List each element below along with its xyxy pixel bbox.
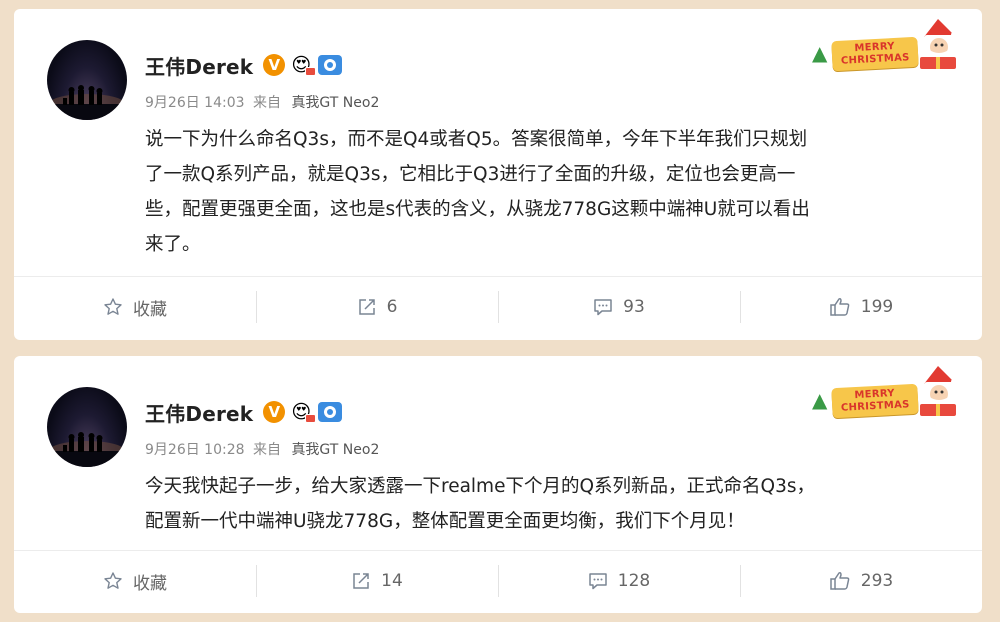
post-date[interactable]: 9月26日 14:03 bbox=[145, 95, 245, 111]
favorite-button[interactable]: 收藏 bbox=[14, 277, 256, 337]
author-avatar[interactable] bbox=[47, 387, 127, 467]
banner-line-2: CHRISTMAS bbox=[840, 399, 910, 414]
author-row: 王伟Derek V 😍 bbox=[145, 398, 343, 427]
post-source[interactable]: 真我GT Neo2 bbox=[291, 95, 379, 111]
comment-button[interactable]: 93 bbox=[498, 277, 740, 337]
post-text: 今天我快起子一步，给大家透露一下realme下个月的Q系列新品，正式命名Q3s，… bbox=[145, 469, 965, 539]
thumbs-up-icon bbox=[830, 298, 850, 316]
favorite-label: 收藏 bbox=[133, 573, 167, 594]
repost-button[interactable]: 14 bbox=[256, 551, 498, 611]
post-text-line: 些，配置更强更全面，这也是s代表的含义，从骁龙778G这颗中端神U就可以看出 bbox=[145, 199, 810, 220]
repost-count: 6 bbox=[386, 297, 398, 317]
author-name[interactable]: 王伟Derek bbox=[145, 398, 253, 427]
merry-christmas-decoration: ▲ MERRY CHRISTMAS bbox=[804, 17, 964, 73]
favorite-button[interactable]: 收藏 bbox=[14, 551, 256, 611]
favorite-label: 收藏 bbox=[133, 299, 167, 320]
post-text-line: 来了。 bbox=[145, 234, 201, 255]
repost-count: 14 bbox=[381, 571, 403, 591]
verified-badge-icon[interactable]: V bbox=[263, 401, 286, 423]
post-date[interactable]: 9月26日 10:28 bbox=[145, 442, 245, 458]
author-name[interactable]: 王伟Derek bbox=[145, 51, 253, 80]
from-label: 来自 bbox=[252, 442, 281, 458]
post-text-line: 了一款Q系列产品，就是Q3s，它相比于Q3进行了全面的升级，定位也会更高一 bbox=[145, 164, 796, 185]
fan-badge-icon[interactable]: 😍 bbox=[289, 54, 317, 76]
christmas-banner: MERRY CHRISTMAS bbox=[831, 383, 919, 419]
author-avatar[interactable] bbox=[47, 40, 127, 120]
from-label: 来自 bbox=[252, 95, 281, 111]
christmas-banner: MERRY CHRISTMAS bbox=[831, 36, 919, 72]
repost-icon bbox=[353, 573, 369, 589]
camera-badge-icon[interactable] bbox=[318, 55, 343, 75]
comment-count: 128 bbox=[617, 571, 651, 591]
merry-christmas-decoration: ▲ MERRY CHRISTMAS bbox=[804, 364, 964, 420]
star-icon bbox=[104, 298, 122, 315]
comment-icon bbox=[594, 299, 612, 316]
post-card: ▲ MERRY CHRISTMAS bbox=[14, 9, 982, 340]
banner-line-2: CHRISTMAS bbox=[840, 52, 910, 67]
repost-button[interactable]: 6 bbox=[256, 277, 498, 337]
comment-count: 93 bbox=[623, 297, 645, 317]
christmas-tree-icon: ▲ bbox=[812, 388, 828, 412]
santa-icon bbox=[920, 366, 959, 416]
like-count: 199 bbox=[860, 297, 894, 317]
action-bar: 收藏 6 93 199 bbox=[14, 277, 982, 337]
post-text: 说一下为什么命名Q3s，而不是Q4或者Q5。答案很简单，今年下半年我们只规划 了… bbox=[145, 122, 965, 262]
post-card: ▲ MERRY CHRISTMAS bbox=[14, 356, 982, 613]
like-button[interactable]: 199 bbox=[740, 277, 982, 337]
camera-badge-icon[interactable] bbox=[318, 402, 343, 422]
santa-icon bbox=[920, 19, 959, 69]
thumbs-up-icon bbox=[830, 572, 850, 590]
fan-badge-icon[interactable]: 😍 bbox=[289, 401, 317, 423]
christmas-tree-icon: ▲ bbox=[812, 41, 828, 65]
action-bar: 收藏 14 128 293 bbox=[14, 551, 982, 611]
post-text-line: 今天我快起子一步，给大家透露一下realme下个月的Q系列新品，正式命名Q3s， bbox=[145, 476, 815, 497]
post-source[interactable]: 真我GT Neo2 bbox=[291, 442, 379, 458]
weibo-feed: ▲ MERRY CHRISTMAS 王伟Derek V 😍 9月26日 14:0… bbox=[0, 0, 1000, 622]
post-text-line: 说一下为什么命名Q3s，而不是Q4或者Q5。答案很简单，今年下半年我们只规划 bbox=[145, 129, 808, 150]
post-meta: 9月26日 10:28 来自 真我GT Neo2 bbox=[145, 439, 379, 459]
like-button[interactable]: 293 bbox=[740, 551, 982, 611]
post-text-line: 配置新一代中端神U骁龙778G，整体配置更全面更均衡，我们下个月见！ bbox=[145, 511, 745, 532]
like-count: 293 bbox=[860, 571, 894, 591]
post-meta: 9月26日 14:03 来自 真我GT Neo2 bbox=[145, 92, 379, 112]
verified-badge-icon[interactable]: V bbox=[263, 54, 286, 76]
star-icon bbox=[104, 572, 122, 589]
comment-button[interactable]: 128 bbox=[498, 551, 740, 611]
author-row: 王伟Derek V 😍 bbox=[145, 51, 343, 80]
comment-icon bbox=[589, 573, 607, 590]
repost-icon bbox=[358, 299, 375, 315]
